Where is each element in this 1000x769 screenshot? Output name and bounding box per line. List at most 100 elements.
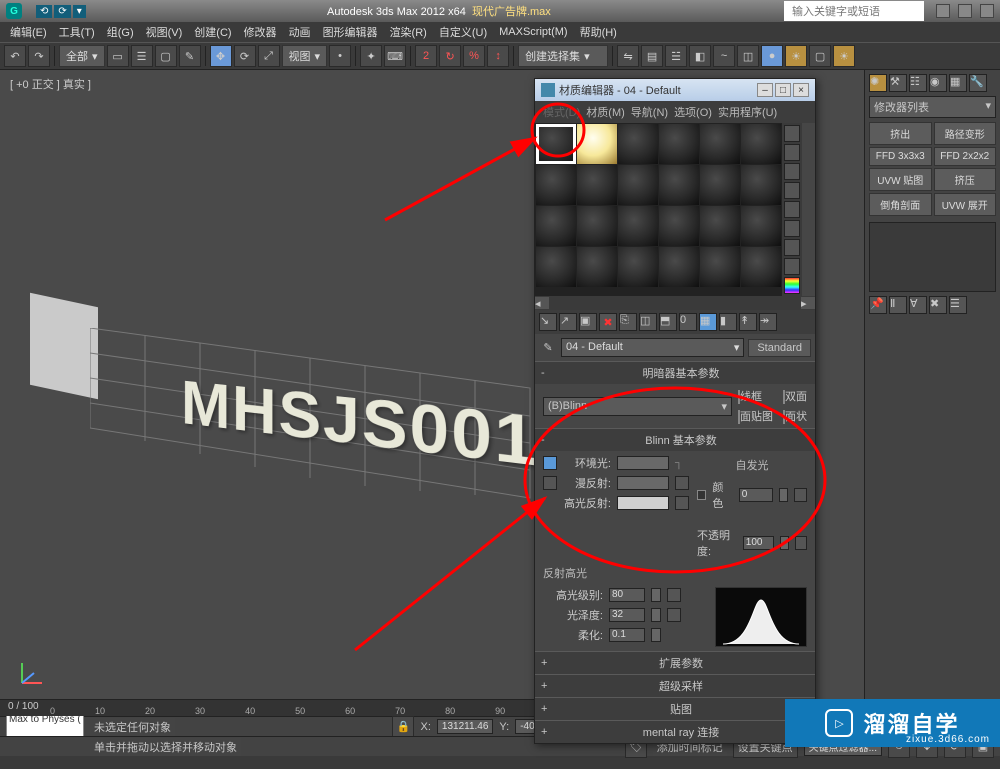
modifier-button[interactable]: 挤出	[869, 122, 932, 145]
render-frame-icon[interactable]: ▢	[809, 45, 831, 67]
sample-slot[interactable]	[741, 124, 781, 164]
get-material-icon[interactable]: ↘	[539, 313, 557, 331]
sample-slot[interactable]	[577, 206, 617, 246]
opacity-input[interactable]: 100	[743, 536, 774, 550]
preview-icon[interactable]	[784, 220, 800, 237]
plugin-btn[interactable]: ⟳	[54, 5, 70, 18]
menu-item[interactable]: 渲染(R)	[386, 22, 431, 42]
modifier-list-dropdown[interactable]: 修改器列表▾	[869, 96, 996, 118]
uv-tile-icon[interactable]	[784, 182, 800, 199]
show-end-icon[interactable]: ▮	[719, 313, 737, 331]
put-library-icon[interactable]: ⬒	[659, 313, 677, 331]
align-icon[interactable]: ▤	[641, 45, 663, 67]
rollout-header[interactable]: -明暗器基本参数	[535, 362, 815, 384]
graphite-icon[interactable]: ◧	[689, 45, 711, 67]
menu-item[interactable]: 模式(D)	[543, 104, 580, 120]
diffuse-lock-icon[interactable]	[543, 476, 557, 490]
modifier-button[interactable]: FFD 2x2x2	[934, 147, 997, 166]
create-tab-icon[interactable]: ✺	[869, 74, 887, 92]
ambient-swatch[interactable]	[617, 456, 669, 470]
sample-slot[interactable]	[618, 206, 658, 246]
sample-slot[interactable]	[536, 165, 576, 205]
selfillum-map-button[interactable]	[794, 488, 807, 502]
spinner-icon[interactable]	[651, 588, 661, 602]
show-in-vp-icon[interactable]: ▦	[699, 313, 717, 331]
make-copy-icon[interactable]: ⎘	[619, 313, 637, 331]
menu-item[interactable]: 动画	[285, 22, 315, 42]
rollout-header[interactable]: +贴图	[535, 698, 815, 720]
scroll-left-icon[interactable]: ◂	[535, 297, 549, 309]
menu-item[interactable]: 创建(C)	[190, 22, 235, 42]
selection-filter-dropdown[interactable]: 全部▾	[59, 45, 105, 67]
material-type-button[interactable]: Standard	[748, 339, 811, 357]
reset-map-icon[interactable]: ✖	[599, 313, 617, 331]
unique-icon[interactable]: ∀	[909, 296, 927, 314]
pin-stack-icon[interactable]: 📌	[869, 296, 887, 314]
plugin-btn[interactable]: ⟲	[36, 5, 52, 18]
spec-level-input[interactable]: 80	[609, 588, 645, 602]
scale-icon[interactable]: ⤢	[258, 45, 280, 67]
spinner-icon[interactable]	[779, 488, 788, 502]
backlight-icon[interactable]	[784, 144, 800, 161]
modify-tab-icon[interactable]: ⚒	[889, 74, 907, 92]
sample-slot[interactable]	[659, 247, 699, 287]
utility-tab-icon[interactable]: 🔧	[969, 74, 987, 92]
shader-dropdown[interactable]: (B)Blinn▾	[543, 397, 732, 416]
sample-slot[interactable]	[659, 165, 699, 205]
menu-item[interactable]: 图形编辑器	[319, 22, 382, 42]
select-by-mat-icon[interactable]	[784, 258, 800, 275]
viewport-label[interactable]: [ +0 正交 ] 真实 ]	[10, 76, 91, 92]
rollout-header[interactable]: +超级采样	[535, 675, 815, 697]
sample-slot[interactable]	[659, 206, 699, 246]
sample-slot[interactable]	[741, 165, 781, 205]
sample-slot[interactable]	[536, 124, 576, 164]
minimize-icon[interactable]: –	[757, 83, 773, 97]
menu-item[interactable]: 组(G)	[103, 22, 138, 42]
spec-level-map-button[interactable]	[667, 588, 681, 602]
material-name-input[interactable]: 04 - Default▾	[561, 338, 744, 357]
sample-slot[interactable]	[700, 124, 740, 164]
curve-edit-icon[interactable]: ~	[713, 45, 735, 67]
sample-type-icon[interactable]	[784, 125, 800, 142]
sample-slot[interactable]	[700, 206, 740, 246]
menu-item[interactable]: 导航(N)	[631, 104, 668, 120]
layer-icon[interactable]: ☱	[665, 45, 687, 67]
plugin-btn[interactable]: ▾	[73, 5, 86, 18]
specular-swatch[interactable]	[617, 496, 669, 510]
maximize-icon[interactable]: □	[775, 83, 791, 97]
schematic-icon[interactable]: ◫	[737, 45, 759, 67]
menu-item[interactable]: 编辑(E)	[6, 22, 51, 42]
pick-material-icon[interactable]: ✎	[539, 339, 557, 357]
material-editor-icon[interactable]: ●	[761, 45, 783, 67]
menu-item[interactable]: 实用程序(U)	[718, 104, 777, 120]
modifier-button[interactable]: UVW 贴图	[869, 168, 932, 191]
modifier-button[interactable]: 倒角剖面	[869, 193, 932, 216]
glossiness-input[interactable]: 32	[609, 608, 645, 622]
options-icon[interactable]	[784, 239, 800, 256]
sample-slot[interactable]	[577, 165, 617, 205]
minimize-icon[interactable]	[936, 4, 950, 18]
x-coord-input[interactable]: 131211.46	[437, 719, 494, 734]
move-icon[interactable]: ✥	[210, 45, 232, 67]
menu-item[interactable]: 修改器	[240, 22, 281, 42]
render-setup-icon[interactable]: ☀	[785, 45, 807, 67]
sample-slot[interactable]	[618, 247, 658, 287]
sample-slot[interactable]	[577, 124, 617, 164]
soften-input[interactable]: 0.1	[609, 628, 645, 642]
diffuse-swatch[interactable]	[617, 476, 669, 490]
restore-icon[interactable]	[958, 4, 972, 18]
menu-item[interactable]: 工具(T)	[55, 22, 99, 42]
rollout-header[interactable]: +扩展参数	[535, 652, 815, 674]
mat-id-icon[interactable]: 0	[679, 313, 697, 331]
background-icon[interactable]	[784, 163, 800, 180]
pivot-icon[interactable]: •	[329, 45, 351, 67]
close-icon[interactable]: ×	[793, 83, 809, 97]
sample-slot[interactable]	[700, 247, 740, 287]
rect-select-icon[interactable]: ▢	[155, 45, 177, 67]
go-sibling-icon[interactable]: ↠	[759, 313, 777, 331]
menu-item[interactable]: 视图(V)	[142, 22, 187, 42]
rotate-icon[interactable]: ⟳	[234, 45, 256, 67]
selfillum-input[interactable]: 0	[739, 488, 773, 502]
sample-slot[interactable]	[618, 124, 658, 164]
menu-item[interactable]: 选项(O)	[674, 104, 712, 120]
